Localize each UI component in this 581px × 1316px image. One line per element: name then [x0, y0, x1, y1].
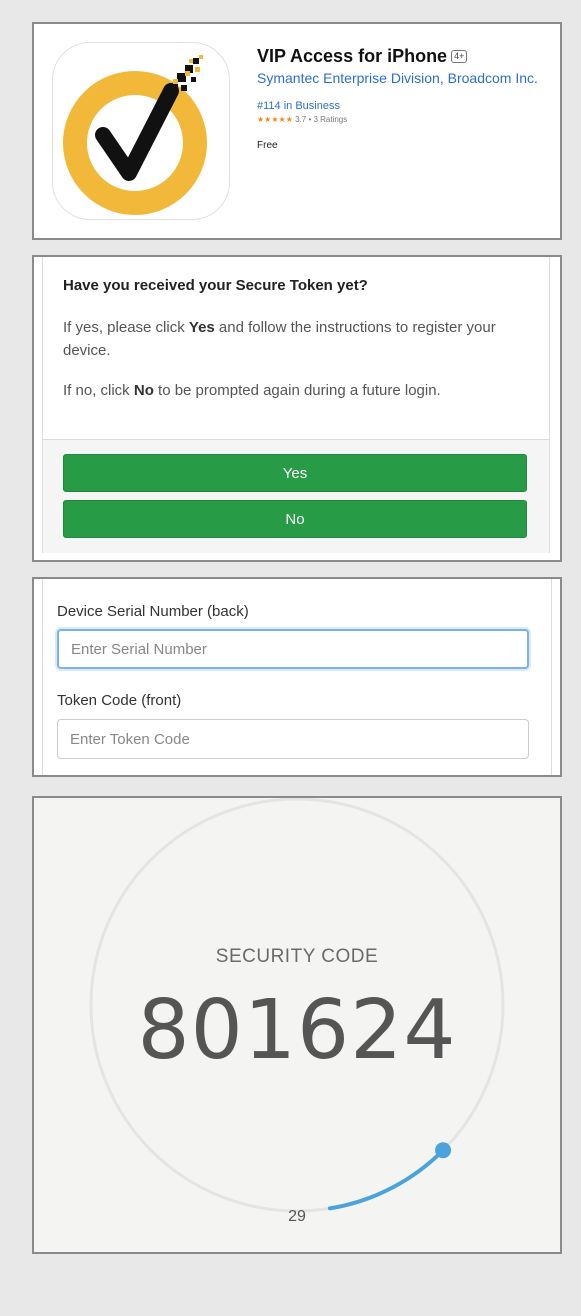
vip-access-app-icon[interactable]	[52, 42, 230, 220]
para2-no-bold: No	[133, 382, 154, 399]
security-code-label: SECURITY CODE	[215, 946, 379, 967]
developer-link[interactable]: Symantec Enterprise Division, Broadcom I…	[257, 70, 538, 86]
security-code-value: 801624	[137, 983, 457, 1078]
prompt-card: Have you received your Secure Token yet?…	[42, 257, 550, 553]
para2-suffix: to be prompted again during a future log…	[153, 382, 441, 399]
token-code-label: Token Code (front)	[57, 692, 182, 709]
serial-number-label: Device Serial Number (back)	[57, 603, 249, 620]
app-title: VIP Access for iPhone	[257, 46, 448, 66]
prompt-footer: Yes No	[43, 439, 549, 553]
rating-text: 3.7 • 3 Ratings	[295, 115, 348, 124]
yes-button[interactable]: Yes	[63, 454, 527, 492]
token-code-input[interactable]	[57, 719, 529, 759]
app-title-row: VIP Access for iPhone 4+	[257, 46, 468, 67]
para1-prefix: If yes, please click	[63, 319, 189, 336]
countdown-seconds: 29	[288, 1208, 306, 1225]
no-button[interactable]: No	[63, 500, 527, 538]
app-store-card: VIP Access for iPhone 4+ Symantec Enterp…	[32, 22, 562, 240]
countdown-progress-arc	[327, 1148, 446, 1211]
prompt-no-instructions: If no, click No to be prompted again dur…	[63, 382, 533, 399]
age-rating-badge: 4+	[451, 50, 468, 63]
countdown-knob	[435, 1142, 452, 1159]
star-rating-icon: ★★★★★	[257, 115, 293, 124]
security-code-display: SECURITY CODE 801624 29	[32, 796, 562, 1254]
para1-yes-bold: Yes	[188, 319, 215, 336]
price-label: Free	[257, 140, 278, 151]
secure-token-prompt: Have you received your Secure Token yet?…	[32, 255, 562, 562]
serial-number-input[interactable]	[57, 629, 529, 669]
rating-row: ★★★★★ 3.7 • 3 Ratings	[257, 115, 347, 124]
form-card: Device Serial Number (back) Token Code (…	[42, 579, 552, 775]
prompt-yes-instructions: If yes, please click Yes and follow the …	[63, 316, 533, 362]
category-rank-link[interactable]: #114 in Business	[257, 100, 340, 112]
para2-prefix: If no, click	[63, 382, 134, 399]
device-registration-form: Device Serial Number (back) Token Code (…	[32, 577, 562, 777]
prompt-heading: Have you received your Secure Token yet?	[63, 277, 368, 294]
